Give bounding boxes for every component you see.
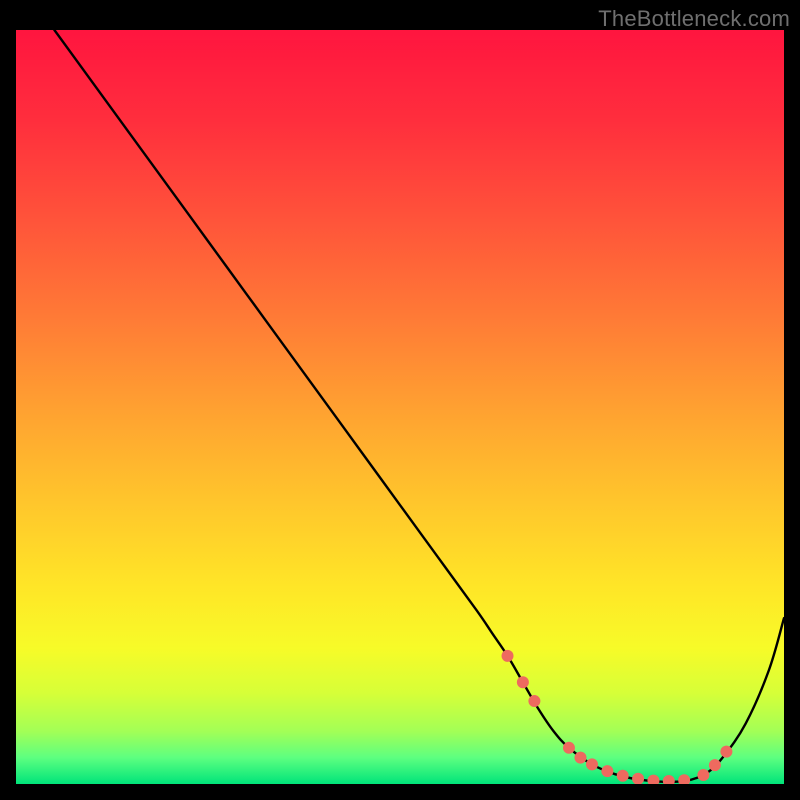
gradient-background [16,30,784,784]
marker-dot [502,650,514,662]
marker-dot [617,770,629,782]
marker-dot [574,752,586,764]
marker-dot [601,765,613,777]
marker-dot [720,746,732,758]
marker-dot [528,695,540,707]
marker-dot [709,759,721,771]
chart-container: TheBottleneck.com [0,0,800,800]
chart-svg [16,30,784,784]
marker-dot [517,676,529,688]
plot-area [16,30,784,784]
marker-dot [697,769,709,781]
watermark-text: TheBottleneck.com [598,6,790,32]
marker-dot [563,742,575,754]
marker-dot [586,758,598,770]
